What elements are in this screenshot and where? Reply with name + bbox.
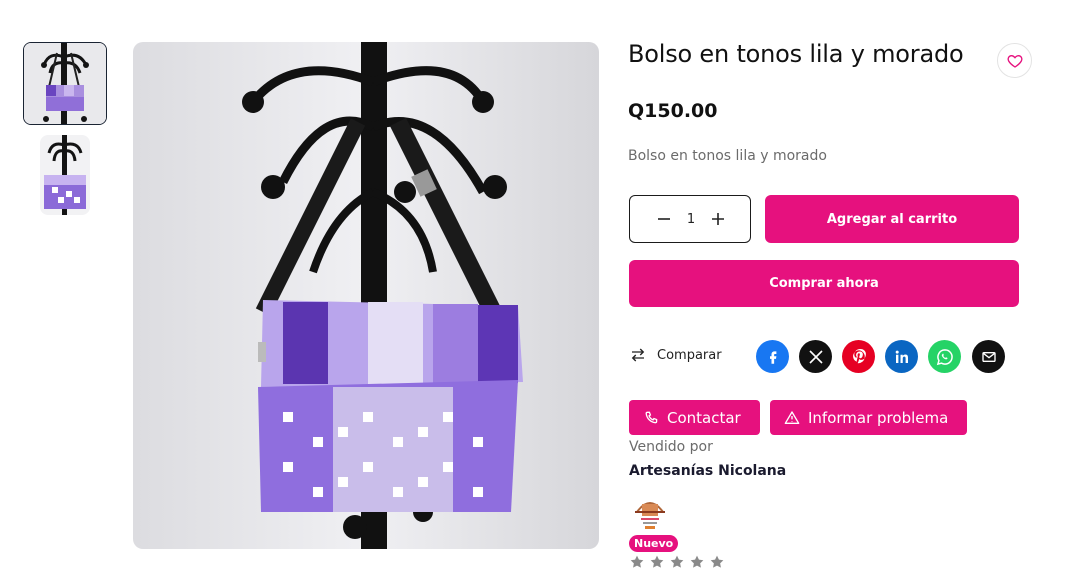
phone-icon [645,411,658,423]
pinterest-icon [852,348,866,363]
seller-rating [629,554,725,570]
share-linkedin-button[interactable] [885,340,918,373]
bag-thumbnail-image [24,43,106,124]
minus-icon [658,218,670,220]
report-problem-label: Informar problema [808,408,949,427]
product-thumbnail-2[interactable] [40,135,90,215]
seller-name-link[interactable]: Artesanías Nicolana [629,463,786,479]
heart-icon [1007,54,1022,68]
compare-label: Comparar [657,347,722,363]
email-icon [981,351,996,362]
product-short-description: Bolso en tonos lila y morado [628,148,827,164]
star-icon [670,555,684,568]
buy-now-button[interactable]: Comprar ahora [629,260,1019,307]
contact-label: Contactar [667,408,741,427]
seller-logo[interactable] [629,490,671,532]
report-problem-button[interactable]: Informar problema [770,400,967,435]
share-pinterest-button[interactable] [842,340,875,373]
share-email-button[interactable] [972,340,1005,373]
star-icon [690,555,704,568]
sold-by-label: Vendido por [629,439,713,455]
linkedin-icon [895,350,908,363]
warning-icon [784,410,800,424]
product-price: Q150.00 [628,100,718,122]
seller-logo-image [629,490,671,532]
product-thumbnail-1[interactable] [23,42,107,125]
add-to-cart-button[interactable]: Agregar al carrito [765,195,1019,243]
contact-button[interactable]: Contactar [629,400,760,435]
quantity-increase-button[interactable] [710,211,726,227]
quantity-stepper [629,195,751,243]
quantity-input[interactable] [681,211,701,227]
bag-thumbnail-image [40,135,90,215]
quantity-decrease-button[interactable] [656,211,672,227]
seller-status-badge: Nuevo [629,535,679,552]
star-icon [650,555,664,568]
plus-icon [712,213,724,225]
x-icon [808,349,823,364]
wishlist-button[interactable] [997,43,1032,78]
compare-arrows-icon [631,348,645,362]
product-main-image[interactable] [133,42,599,549]
star-icon [710,555,724,568]
product-title: Bolso en tonos lila y morado [628,40,964,68]
share-facebook-button[interactable] [756,340,789,373]
bag-photo [133,42,599,549]
star-icon [630,555,644,568]
compare-button[interactable]: Comparar [629,346,722,364]
facebook-icon [769,350,776,364]
share-whatsapp-button[interactable] [928,340,961,373]
share-x-button[interactable] [799,340,832,373]
whatsapp-icon [936,348,953,365]
